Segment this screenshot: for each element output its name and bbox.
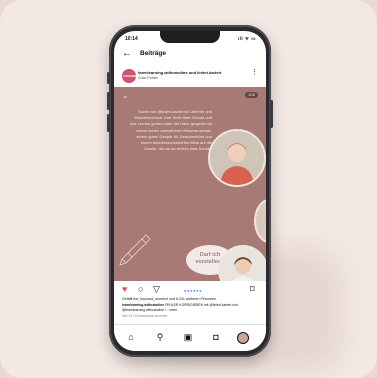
view-comments-link[interactable]: Alle 231 Kommentare ansehen bbox=[122, 314, 167, 318]
search-icon[interactable]: ⚲ bbox=[154, 331, 166, 343]
post-authors[interactable]: learnlearning.withcaroline und linlert.k… bbox=[138, 70, 221, 75]
post-image[interactable]: “ 1/10 Sowie von @linlert.kariert ist Le… bbox=[114, 87, 266, 281]
page-counter: 1/10 bbox=[245, 92, 258, 98]
post-body-text: Sowie von @linlert.kariert ist Lehrerin … bbox=[130, 109, 212, 152]
likes-line[interactable]: Gefällt the_focused_moment und 6.231 wei… bbox=[122, 297, 262, 301]
quote-mark: “ bbox=[123, 95, 128, 104]
status-icons: ıll ᯤ ▭ bbox=[237, 36, 256, 41]
phone-screen: 10:14 ıll ᯤ ▭ ← Beiträge ZUSAMMEN learnl… bbox=[114, 31, 266, 351]
portrait-photo-top bbox=[208, 129, 266, 187]
status-time: 10:14 bbox=[125, 36, 138, 42]
bottom-nav: ⌂ ⚲ ▣ ◘ bbox=[114, 324, 266, 351]
phone-volume-down-button bbox=[107, 114, 110, 132]
comment-icon[interactable]: ○ bbox=[138, 284, 143, 294]
arrow-left-icon[interactable]: ← bbox=[122, 48, 132, 60]
portrait-photo-edge bbox=[254, 199, 266, 243]
phone-notch bbox=[160, 31, 220, 43]
portrait-illustration-bottom bbox=[220, 247, 266, 281]
home-icon[interactable]: ⌂ bbox=[125, 331, 137, 343]
carousel-dots: ●●●●●● bbox=[184, 288, 203, 293]
author-avatar[interactable]: ZUSAMMEN bbox=[122, 69, 140, 83]
profile-avatar[interactable] bbox=[237, 332, 249, 344]
page-title: Beiträge bbox=[140, 50, 167, 57]
phone-volume-up-button bbox=[107, 92, 110, 110]
caption-user[interactable]: learnlearning.withcaroline bbox=[122, 303, 164, 307]
phone-power-button bbox=[270, 100, 273, 128]
post-caption: learnlearning.withcaroline FEHLER KORRIG… bbox=[122, 303, 260, 312]
phone-side-button bbox=[107, 72, 110, 84]
send-icon[interactable]: ▽ bbox=[153, 284, 160, 294]
bookmark-icon[interactable]: ⌑ bbox=[250, 284, 255, 294]
more-options-icon[interactable]: ⋮ bbox=[251, 69, 258, 76]
pen-illustration bbox=[119, 234, 151, 266]
post-header: ZUSAMMEN learnlearning.withcaroline und … bbox=[114, 67, 266, 85]
bag-icon[interactable]: ◘ bbox=[210, 331, 222, 343]
portrait-illustration bbox=[210, 131, 264, 185]
top-bar: ← Beiträge bbox=[114, 48, 266, 62]
shop-icon[interactable]: ▣ bbox=[182, 331, 194, 343]
post-actions: ♥ ○ ▽ ●●●●●● ⌑ bbox=[114, 283, 266, 297]
heart-icon[interactable]: ♥ bbox=[122, 284, 127, 294]
post-subtitle[interactable]: Coco Pohler bbox=[138, 76, 158, 80]
